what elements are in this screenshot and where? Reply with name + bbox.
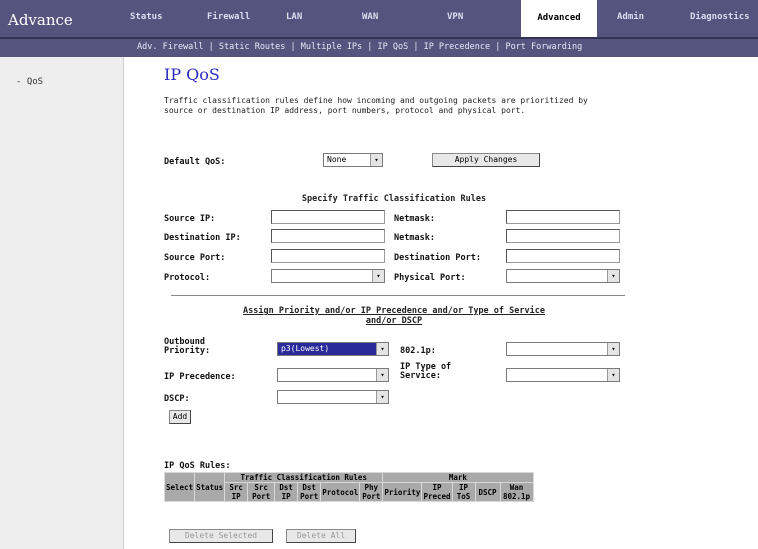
chevron-down-icon: ▾ [372, 270, 384, 282]
dscp-label: DSCP: [164, 394, 190, 404]
sidebar-item-qos[interactable]: - QoS [16, 77, 43, 87]
col-src-ip: Src IP [224, 482, 249, 502]
col-status: Status [194, 472, 226, 502]
vlan-priority-label: 802.1p: [400, 346, 436, 356]
tab-diagnostics[interactable]: Diagnostics [690, 12, 750, 22]
rules-caption: IP QoS Rules: [164, 461, 231, 471]
chevron-down-icon: ▾ [376, 343, 388, 355]
col-src-port: Src Port [247, 482, 276, 502]
tab-wan[interactable]: WAN [362, 12, 378, 22]
group-mark-header: Mark [382, 472, 534, 483]
source-port-label: Source Port: [164, 253, 226, 263]
default-qos-label: Default QoS: [164, 157, 226, 167]
dest-ip-input[interactable] [271, 229, 385, 243]
col-phy-port: Phy Port [359, 482, 384, 502]
source-ip-input[interactable] [271, 210, 385, 224]
chevron-down-icon: ▾ [370, 154, 382, 166]
chevron-down-icon: ▾ [376, 391, 388, 403]
col-ip-preced: IP Preced [421, 482, 453, 502]
add-rule-button[interactable]: Add [169, 410, 191, 424]
delete-all-button[interactable]: Delete All [286, 529, 356, 543]
ip-precedence-label: IP Precedence: [164, 372, 236, 382]
protocol-select[interactable]: ▾ [271, 269, 385, 283]
source-netmask-input[interactable] [506, 210, 620, 224]
apply-changes-button[interactable]: Apply Changes [432, 153, 540, 167]
col-protocol: Protocol [320, 482, 361, 502]
action-heading-line2: and/or DSCP [365, 316, 423, 326]
physical-port-label: Physical Port: [394, 273, 466, 283]
col-wan-8021p: Wan 802.1p [499, 482, 534, 502]
tab-admin[interactable]: Admin [617, 12, 644, 22]
chevron-down-icon: ▾ [607, 369, 619, 381]
tab-advanced[interactable]: Advanced [521, 0, 597, 37]
chevron-down-icon: ▾ [607, 270, 619, 282]
section-divider [171, 295, 625, 296]
page-description: Traffic classification rules define how … [164, 96, 588, 115]
delete-selected-button[interactable]: Delete Selected [169, 529, 273, 543]
main-content: IP QoS Traffic classification rules defi… [124, 57, 758, 549]
protocol-label: Protocol: [164, 273, 211, 283]
outbound-priority-value: p3(Lowest) [281, 344, 330, 353]
dest-netmask-label: Netmask: [394, 233, 435, 243]
physical-port-select[interactable]: ▾ [506, 269, 620, 283]
top-nav-bar: Advance Status Firewall LAN WAN VPN Adva… [0, 0, 758, 37]
outbound-priority-select[interactable]: p3(Lowest) ▾ [277, 342, 389, 356]
col-select: Select [163, 472, 196, 502]
source-netmask-label: Netmask: [394, 214, 435, 224]
sidebar: - QoS [0, 57, 124, 549]
col-priority: Priority [382, 482, 423, 502]
ip-tos-label: IP Type of Service: [400, 362, 452, 381]
dest-port-input[interactable] [506, 249, 620, 263]
chevron-down-icon: ▾ [376, 369, 388, 381]
col-dscp: DSCP [474, 482, 501, 502]
sub-nav-links[interactable]: Adv. Firewall | Static Routes | Multiple… [137, 42, 582, 52]
dest-netmask-input[interactable] [506, 229, 620, 243]
tab-firewall[interactable]: Firewall [207, 12, 250, 22]
group-traffic-header: Traffic Classification Rules [224, 472, 384, 483]
dest-ip-label: Destination IP: [164, 233, 241, 243]
outbound-priority-label: Outbound Priority: [164, 337, 211, 356]
default-qos-value: None [327, 155, 347, 164]
default-qos-select[interactable]: None ▾ [323, 153, 383, 167]
ip-tos-select[interactable]: ▾ [506, 368, 620, 382]
qos-rules-table: Select Status Traffic Classification Rul… [163, 472, 534, 502]
dscp-select[interactable]: ▾ [277, 390, 389, 404]
classification-heading: Specify Traffic Classification Rules [301, 194, 487, 204]
tab-lan[interactable]: LAN [286, 12, 302, 22]
vlan-priority-select[interactable]: ▾ [506, 342, 620, 356]
source-port-input[interactable] [271, 249, 385, 263]
page-title: IP QoS [164, 65, 220, 84]
ip-precedence-select[interactable]: ▾ [277, 368, 389, 382]
col-dst-ip: Dst IP [274, 482, 299, 502]
brand-logo: Advance [8, 11, 73, 29]
col-ip-tos: IP ToS [451, 482, 476, 502]
sub-nav-bar: Adv. Firewall | Static Routes | Multiple… [0, 37, 758, 57]
tab-status[interactable]: Status [130, 12, 163, 22]
col-dst-port: Dst Port [297, 482, 322, 502]
action-heading-line1: Assign Priority and/or IP Precedence and… [243, 306, 545, 316]
tab-vpn[interactable]: VPN [447, 12, 463, 22]
source-ip-label: Source IP: [164, 214, 216, 224]
dest-port-label: Destination Port: [394, 253, 481, 263]
chevron-down-icon: ▾ [607, 343, 619, 355]
